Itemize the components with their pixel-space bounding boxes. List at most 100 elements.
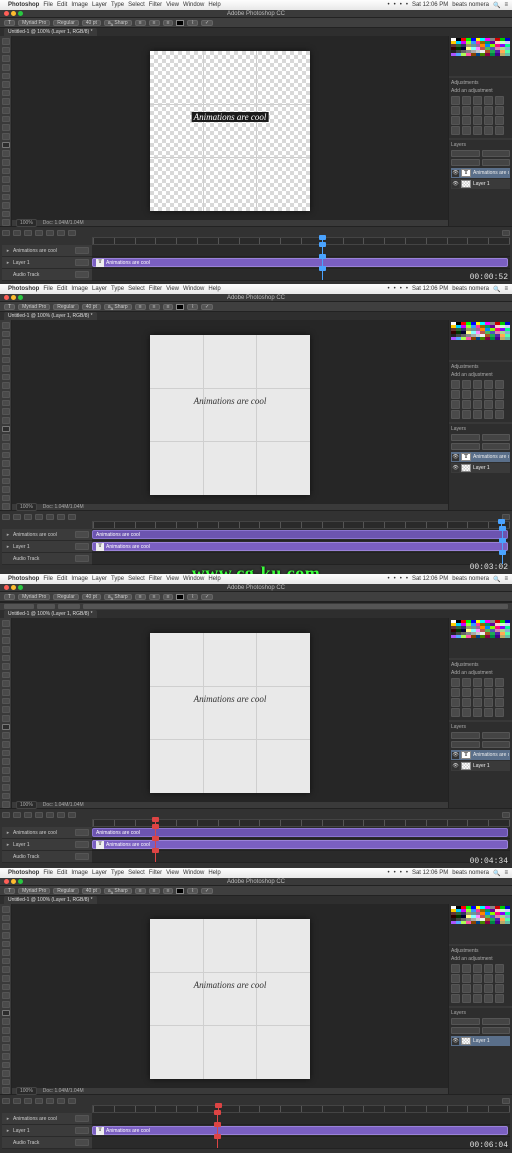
tool-10[interactable] <box>2 706 10 713</box>
menu-type[interactable]: Type <box>111 870 124 876</box>
adjust-icon[interactable] <box>451 964 460 973</box>
tl-play[interactable] <box>24 1098 32 1104</box>
tool-16[interactable] <box>2 1044 10 1051</box>
tool-11[interactable] <box>2 1001 10 1008</box>
adjust-icon[interactable] <box>495 698 504 707</box>
tl-next-frame[interactable] <box>35 514 43 520</box>
tool-9[interactable] <box>2 116 10 123</box>
clock[interactable]: Sat 12:06 PM <box>412 286 448 292</box>
wifi-icon[interactable]: • <box>394 2 396 8</box>
tool-17[interactable] <box>2 1053 10 1060</box>
adjust-icon[interactable] <box>473 380 482 389</box>
tool-5[interactable] <box>2 81 10 88</box>
adjust-icon[interactable] <box>484 994 493 1003</box>
zoom-window-icon[interactable] <box>18 295 23 300</box>
track-options[interactable] <box>75 1115 89 1122</box>
tl-transition[interactable] <box>68 514 76 520</box>
adjust-icon[interactable] <box>484 116 493 125</box>
tl-mute[interactable] <box>46 514 54 520</box>
tool-5[interactable] <box>2 663 10 670</box>
warp-text-icon[interactable]: ⌇ <box>187 20 197 26</box>
menu-type[interactable]: Type <box>111 2 124 8</box>
menu-file[interactable]: File <box>43 576 53 582</box>
batt-icon[interactable]: • <box>406 870 408 876</box>
adjust-icon[interactable] <box>462 126 471 135</box>
fill-field[interactable] <box>482 159 511 166</box>
menu-layer[interactable]: Layer <box>92 870 107 876</box>
tool-3[interactable] <box>2 932 10 939</box>
tool-13[interactable] <box>2 150 10 157</box>
adjust-icon[interactable] <box>451 410 460 419</box>
adjust-icon[interactable] <box>462 400 471 409</box>
menu-layer[interactable]: Layer <box>92 286 107 292</box>
adjust-icon[interactable] <box>473 994 482 1003</box>
timeline-track[interactable] <box>92 553 510 565</box>
tool-20[interactable] <box>2 1079 10 1086</box>
tool-5[interactable] <box>2 365 10 372</box>
adjust-icon[interactable] <box>451 984 460 993</box>
opacity-field[interactable] <box>482 434 511 441</box>
canvas-text[interactable]: Animations are cool <box>194 694 267 704</box>
timeline-ruler[interactable] <box>92 237 510 245</box>
tl-first-frame[interactable] <box>2 812 10 818</box>
tool-17[interactable] <box>2 767 10 774</box>
tool-2[interactable] <box>2 339 10 346</box>
menu-view[interactable]: View <box>166 870 179 876</box>
menu-layer[interactable]: Layer <box>92 576 107 582</box>
timeline-track[interactable] <box>92 1137 510 1149</box>
adjust-icon[interactable] <box>495 964 504 973</box>
tool-11[interactable] <box>2 715 10 722</box>
tl-transition[interactable] <box>68 812 76 818</box>
font-style[interactable]: Regular <box>53 594 79 600</box>
zoom-window-icon[interactable] <box>18 585 23 590</box>
bt-icon[interactable]: • <box>388 870 390 876</box>
clock[interactable]: Sat 12:06 PM <box>412 2 448 8</box>
bt-icon[interactable]: • <box>388 286 390 292</box>
commit-icon[interactable]: ✓ <box>201 304 213 310</box>
menu-type[interactable]: Type <box>111 576 124 582</box>
adjust-icon[interactable] <box>495 126 504 135</box>
clock[interactable]: Sat 12:06 PM <box>412 576 448 582</box>
tool-4[interactable] <box>2 655 10 662</box>
layer-row[interactable]: 👁Layer 1 <box>451 179 510 189</box>
tool-2[interactable] <box>2 55 10 62</box>
menu-image[interactable]: Image <box>71 286 88 292</box>
adjust-icon[interactable] <box>473 698 482 707</box>
font-style[interactable]: Regular <box>53 304 79 310</box>
tl-play[interactable] <box>24 514 32 520</box>
timeline-track[interactable]: Animations are cool <box>92 529 510 541</box>
text-color-swatch[interactable] <box>176 304 184 310</box>
tool-2[interactable] <box>2 923 10 930</box>
adjust-icon[interactable] <box>451 96 460 105</box>
font-family[interactable]: Myriad Pro <box>18 594 50 600</box>
menu-image[interactable]: Image <box>71 870 88 876</box>
menu-edit[interactable]: Edit <box>57 576 67 582</box>
adjust-icon[interactable] <box>484 126 493 135</box>
minimize-window-icon[interactable] <box>11 11 16 16</box>
tl-play[interactable] <box>24 812 32 818</box>
tool-19[interactable] <box>2 1070 10 1077</box>
adjust-icon[interactable] <box>484 410 493 419</box>
batt-icon[interactable]: • <box>406 2 408 8</box>
tool-0[interactable] <box>2 620 10 627</box>
tool-6[interactable] <box>2 374 10 381</box>
swatches-panel[interactable] <box>449 36 512 76</box>
tool-8[interactable] <box>2 391 10 398</box>
document[interactable]: Animations are cool <box>150 919 310 1079</box>
menu-help[interactable]: Help <box>208 870 220 876</box>
menu-edit[interactable]: Edit <box>57 286 67 292</box>
batt-icon[interactable]: • <box>406 576 408 582</box>
anti-alias[interactable]: aa Sharp <box>104 304 132 310</box>
tool-3[interactable] <box>2 64 10 71</box>
tl-transition[interactable] <box>68 230 76 236</box>
preset-chip[interactable] <box>37 604 55 609</box>
clock[interactable]: Sat 12:06 PM <box>412 870 448 876</box>
tool-10[interactable] <box>2 408 10 415</box>
adjust-icon[interactable] <box>473 96 482 105</box>
tool-3[interactable] <box>2 646 10 653</box>
track-options[interactable] <box>75 271 89 278</box>
spotlight-icon[interactable]: 🔍 <box>493 576 500 583</box>
blend-mode[interactable] <box>451 732 480 739</box>
font-size[interactable]: 40 pt <box>82 888 101 894</box>
adjust-icon[interactable] <box>451 974 460 983</box>
